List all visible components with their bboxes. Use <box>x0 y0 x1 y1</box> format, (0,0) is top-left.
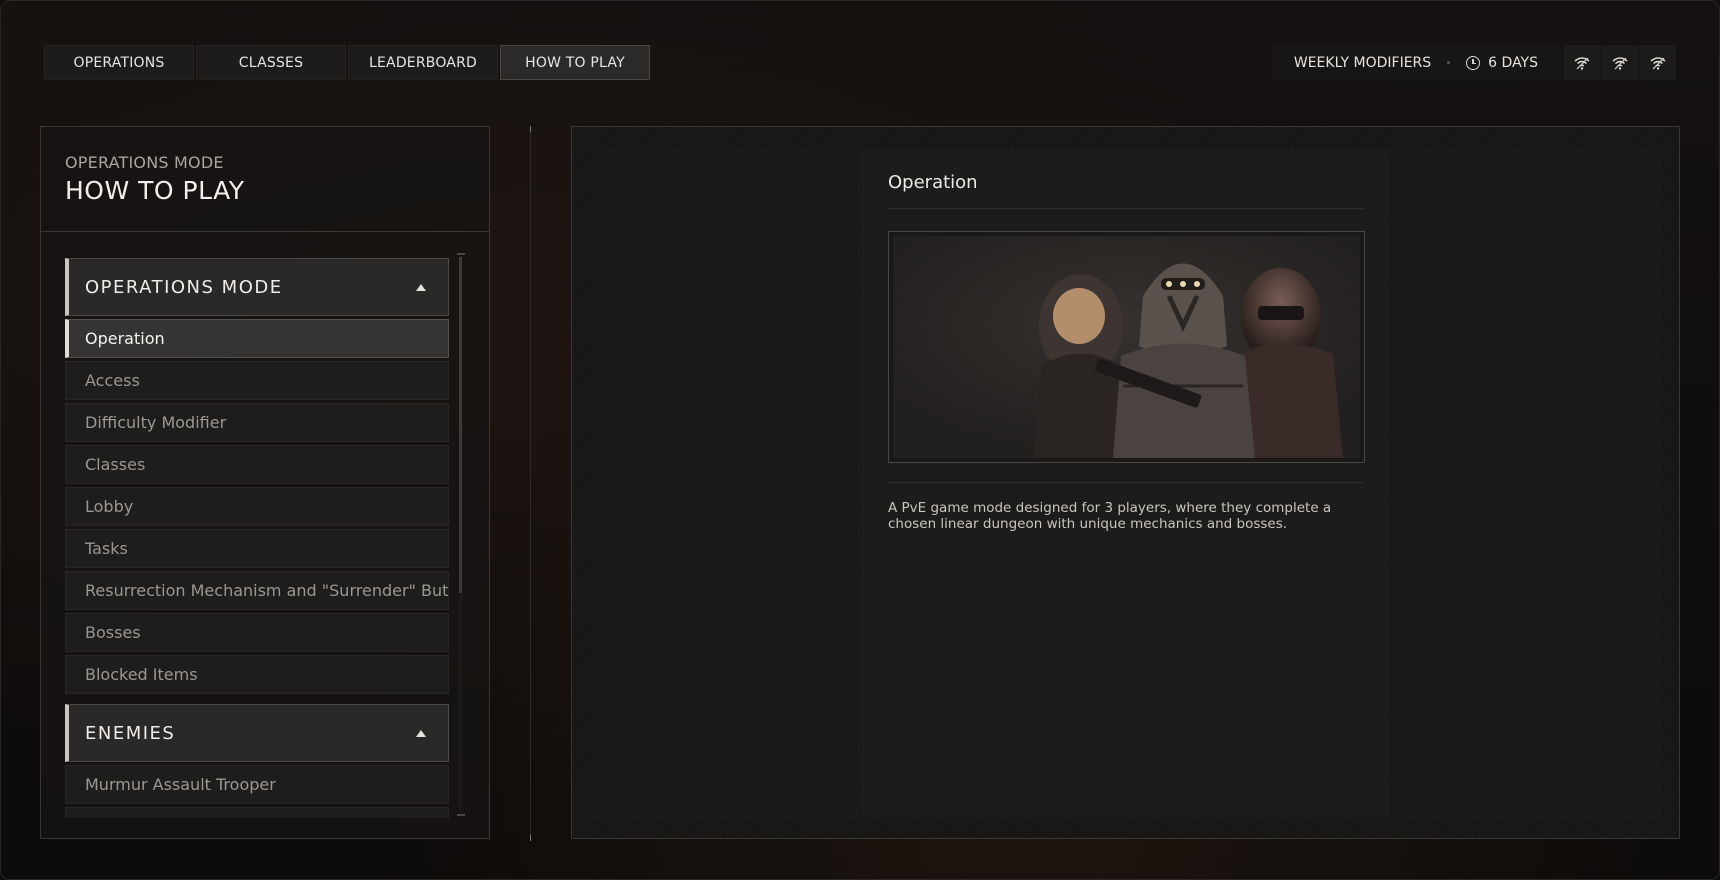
signal-button-3[interactable] <box>1640 45 1676 80</box>
topic-list: OPERATIONS MODE Operation Access Difficu… <box>65 258 491 818</box>
caret-up-icon <box>416 729 426 737</box>
list-item-access[interactable]: Access <box>65 361 449 400</box>
divider <box>888 208 1364 209</box>
status-bar: WEEKLY MODIFIERS 6 DAYS <box>1271 45 1676 80</box>
sidebar-subtitle: OPERATIONS MODE <box>65 153 224 172</box>
wifi-icon <box>1650 56 1666 70</box>
topic-title: Operation <box>888 172 978 193</box>
panel-divider <box>530 126 531 841</box>
sidebar-header: OPERATIONS MODE HOW TO PLAY <box>41 127 489 232</box>
how-to-play-sidebar: OPERATIONS MODE HOW TO PLAY OPERATIONS M… <box>40 126 490 839</box>
signal-button-1[interactable] <box>1564 45 1600 80</box>
topic-card: Operation A PvE game mode designed for 3… <box>862 150 1389 815</box>
clock-icon <box>1466 55 1481 70</box>
section-header-enemies[interactable]: ENEMIES <box>65 704 449 762</box>
signal-button-2[interactable] <box>1602 45 1638 80</box>
scrollbar-thumb[interactable] <box>459 257 462 593</box>
soldiers-artwork <box>893 236 1360 458</box>
section-label: OPERATIONS MODE <box>85 276 283 298</box>
scrollbar[interactable] <box>459 257 462 813</box>
top-nav-tabs: OPERATIONS CLASSES LEADERBOARD HOW TO PL… <box>44 45 650 80</box>
list-item-difficulty-modifier[interactable]: Difficulty Modifier <box>65 403 449 442</box>
tab-operations[interactable]: OPERATIONS <box>44 45 194 80</box>
list-item-bosses[interactable]: Bosses <box>65 613 449 652</box>
list-item-lobby[interactable]: Lobby <box>65 487 449 526</box>
scrollbar-cap <box>457 253 465 255</box>
list-item-tasks[interactable]: Tasks <box>65 529 449 568</box>
timer-label: 6 DAYS <box>1488 54 1538 71</box>
topic-image <box>888 231 1365 463</box>
list-item-murmur-assault-trooper[interactable]: Murmur Assault Trooper <box>65 765 449 804</box>
section-label: ENEMIES <box>85 722 176 744</box>
list-item-resurrection[interactable]: Resurrection Mechanism and "Surrender" B… <box>65 571 449 610</box>
scrollbar-cap <box>457 814 465 816</box>
topic-description: A PvE game mode designed for 3 players, … <box>888 500 1332 532</box>
tab-how-to-play[interactable]: HOW TO PLAY <box>500 45 650 80</box>
list-item-partial[interactable] <box>65 807 449 818</box>
caret-up-icon <box>416 283 426 291</box>
tab-classes[interactable]: CLASSES <box>196 45 346 80</box>
divider <box>888 482 1364 483</box>
soldiers-illustration <box>893 236 1360 458</box>
list-item-blocked-items[interactable]: Blocked Items <box>65 655 449 694</box>
list-item-operation[interactable]: Operation <box>65 319 449 358</box>
separator-dot <box>1447 61 1451 64</box>
section-header-operations-mode[interactable]: OPERATIONS MODE <box>65 258 449 316</box>
list-item-classes[interactable]: Classes <box>65 445 449 484</box>
weekly-timer: 6 DAYS <box>1452 45 1562 80</box>
weekly-modifiers-button[interactable]: WEEKLY MODIFIERS <box>1272 45 1445 80</box>
wifi-icon <box>1612 56 1628 70</box>
tab-leaderboard[interactable]: LEADERBOARD <box>348 45 498 80</box>
page-title: HOW TO PLAY <box>65 176 245 205</box>
wifi-icon <box>1574 56 1590 70</box>
